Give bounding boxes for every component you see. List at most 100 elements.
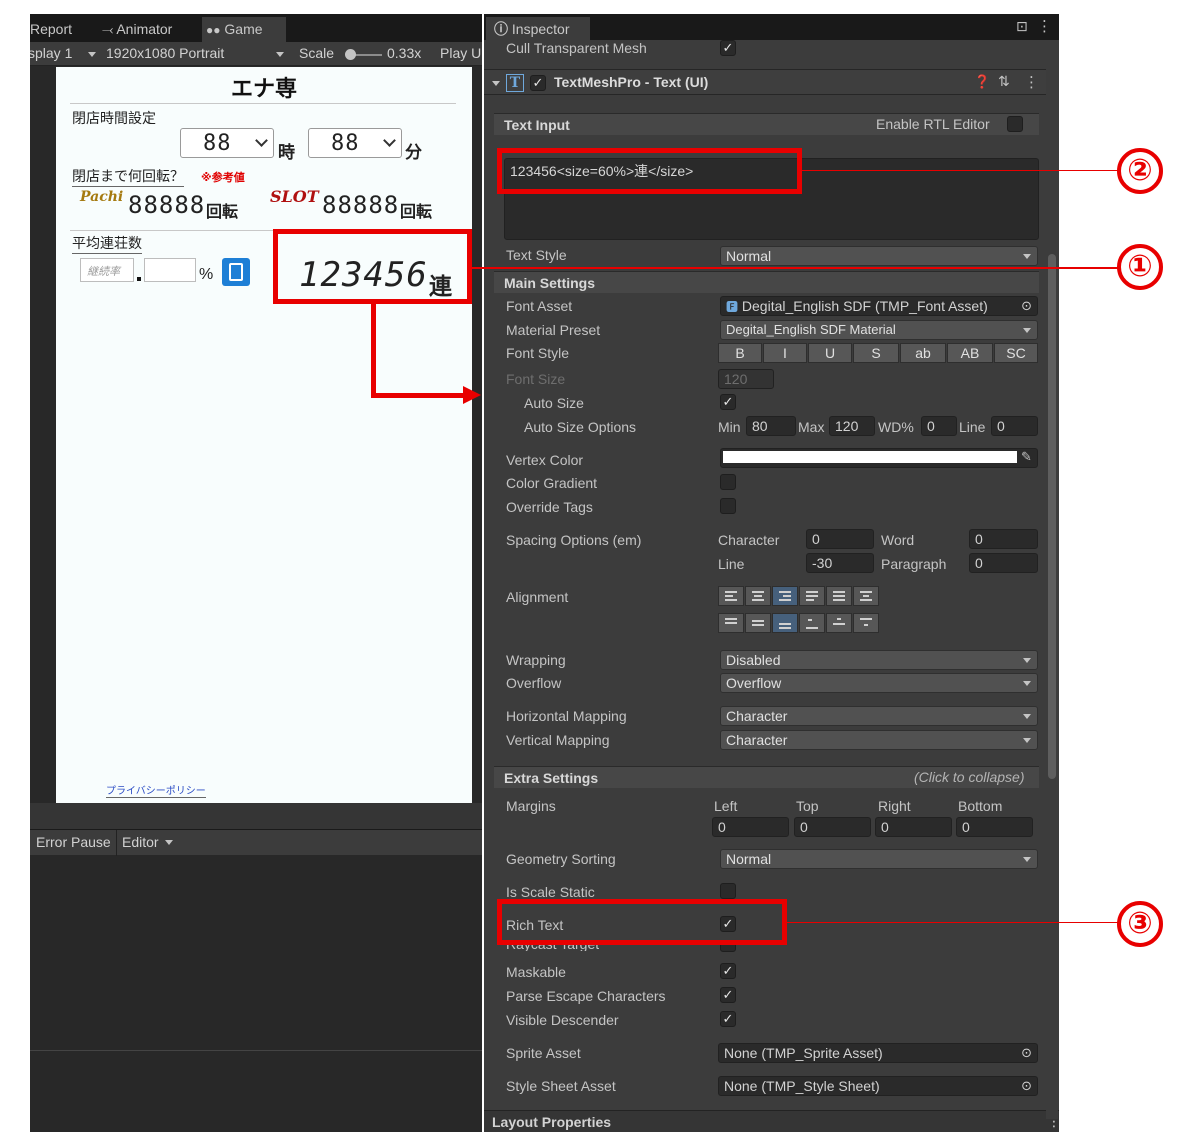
lock-icon[interactable]: ⊡: [1016, 18, 1028, 35]
uppercase-button[interactable]: AB: [947, 343, 993, 363]
chevron-down-icon: [1023, 857, 1031, 862]
rate-input-decimal[interactable]: [144, 258, 196, 282]
style-sheet-field[interactable]: None (TMP_Style Sheet) ⊙: [718, 1076, 1038, 1096]
align-center-icon[interactable]: [745, 586, 771, 606]
margin-bottom-field[interactable]: 0: [956, 817, 1033, 837]
sprite-asset-field[interactable]: None (TMP_Sprite Asset) ⊙: [718, 1043, 1038, 1063]
component-header[interactable]: T ✓ TextMeshPro - Text (UI) ❓ ⇅ ⋮: [484, 69, 1046, 95]
tab-report[interactable]: Report: [30, 17, 76, 42]
play-mode-dropdown[interactable]: Play U: [440, 45, 481, 61]
presets-icon[interactable]: ⇅: [998, 73, 1010, 90]
align-middle-icon[interactable]: [745, 613, 771, 633]
margin-right-field[interactable]: 0: [875, 817, 952, 837]
bold-button[interactable]: B: [718, 343, 762, 363]
text-style-dropdown[interactable]: Normal: [720, 246, 1038, 266]
wrapping-dropdown[interactable]: Disabled: [720, 650, 1038, 670]
margin-top-field[interactable]: 0: [794, 817, 871, 837]
tab-inspector[interactable]: ⓘ Inspector: [486, 17, 590, 42]
auto-wd-field[interactable]: 0: [921, 416, 957, 436]
game-view-bottom-gap: [30, 803, 482, 829]
component-enabled-checkbox[interactable]: ✓: [530, 75, 546, 91]
cull-transparent-mesh-checkbox[interactable]: ✓: [720, 40, 736, 56]
privacy-policy-link[interactable]: プライバシーポリシー: [106, 782, 206, 798]
vertex-color-field[interactable]: ✎: [720, 448, 1038, 468]
is-scale-static-checkbox[interactable]: [720, 883, 736, 899]
auto-line-field[interactable]: 0: [991, 416, 1038, 436]
align-left-icon[interactable]: [718, 586, 744, 606]
object-picker-icon[interactable]: ⊙: [1021, 1077, 1032, 1095]
auto-size-checkbox[interactable]: ✓: [720, 394, 736, 410]
rate-input-integer[interactable]: 継続率: [80, 258, 134, 282]
foldout-arrow-icon[interactable]: [492, 81, 500, 86]
display-dropdown[interactable]: splay 1: [30, 45, 72, 61]
align-bottom-icon[interactable]: [772, 613, 798, 633]
editor-dropdown[interactable]: Editor: [122, 834, 159, 850]
text-style-value: Normal: [726, 248, 772, 264]
resolution-dropdown[interactable]: 1920x1080 Portrait: [106, 45, 224, 61]
align-right-icon[interactable]: [772, 586, 798, 606]
align-capline-icon[interactable]: [853, 613, 879, 633]
material-preset-value: Degital_English SDF Material: [726, 322, 896, 337]
strikethrough-button[interactable]: S: [853, 343, 899, 363]
enable-rtl-checkbox[interactable]: [1007, 116, 1023, 132]
align-justified-icon[interactable]: [799, 586, 825, 606]
pachi-logo: Pachi: [80, 189, 124, 205]
eyedropper-icon[interactable]: ✎: [1021, 449, 1032, 465]
spacing-word-field[interactable]: 0: [969, 529, 1038, 549]
help-icon[interactable]: ❓: [974, 74, 990, 90]
layout-properties-header[interactable]: Layout Properties ⋮: [484, 1110, 1059, 1132]
color-gradient-checkbox[interactable]: [720, 474, 736, 490]
align-midline-icon[interactable]: [826, 613, 852, 633]
error-pause-button[interactable]: Error Pause: [36, 834, 111, 850]
align-flush-icon[interactable]: [826, 586, 852, 606]
click-to-collapse[interactable]: (Click to collapse): [914, 769, 1024, 785]
auto-size-label: Auto Size: [524, 395, 584, 411]
tab-inspector-label: Inspector: [511, 21, 570, 37]
object-picker-icon[interactable]: ⊙: [1021, 297, 1032, 315]
visible-descender-checkbox[interactable]: ✓: [720, 1011, 736, 1027]
font-size-field[interactable]: 120: [718, 369, 774, 389]
component-menu-icon[interactable]: ⋮: [1024, 73, 1039, 91]
scale-slider-knob[interactable]: [345, 49, 356, 60]
align-baseline-icon[interactable]: [799, 613, 825, 633]
auto-min-field[interactable]: 80: [746, 416, 796, 436]
tab-animator[interactable]: ⤙ Animator: [98, 17, 176, 42]
align-top-icon[interactable]: [718, 613, 744, 633]
hour-select[interactable]: 88: [180, 128, 274, 158]
spacing-line-field[interactable]: -30: [806, 553, 874, 573]
kebab-menu-icon[interactable]: ⋮: [1037, 17, 1052, 35]
toolbar-divider: [116, 830, 117, 856]
auto-size-options-label: Auto Size Options: [524, 419, 637, 435]
slot-value: 88888: [322, 191, 400, 219]
auto-max-field[interactable]: 120: [829, 416, 875, 436]
font-asset-field[interactable]: 🅵 Degital_English SDF (TMP_Font Asset) ⊙: [720, 296, 1038, 316]
margin-left-field[interactable]: 0: [712, 817, 789, 837]
lowercase-button[interactable]: ab: [900, 343, 946, 363]
material-preset-dropdown[interactable]: Degital_English SDF Material: [720, 320, 1038, 340]
calculator-button[interactable]: [222, 258, 250, 286]
spacing-paragraph-field[interactable]: 0: [969, 553, 1038, 573]
is-scale-static-label: Is Scale Static: [506, 884, 595, 900]
annotation-box-2: [497, 148, 802, 194]
maskable-checkbox[interactable]: ✓: [720, 963, 736, 979]
parse-escape-checkbox[interactable]: ✓: [720, 987, 736, 1003]
geometry-sorting-dropdown[interactable]: Normal: [720, 849, 1038, 869]
smallcaps-button[interactable]: SC: [994, 343, 1038, 363]
chevron-down-icon: [255, 134, 268, 147]
annotation-box-1: [273, 229, 472, 304]
editor-tab-bar: Report ⤙ Animator ●● Game: [30, 14, 482, 42]
inspector-scrollbar-thumb[interactable]: [1048, 254, 1056, 779]
italic-button[interactable]: I: [763, 343, 807, 363]
hour-unit: 時: [278, 143, 295, 162]
horizontal-mapping-dropdown[interactable]: Character: [720, 706, 1038, 726]
overflow-dropdown[interactable]: Overflow: [720, 673, 1038, 693]
object-picker-icon[interactable]: ⊙: [1021, 1044, 1032, 1062]
underline-button[interactable]: U: [808, 343, 852, 363]
spacing-character-field[interactable]: 0: [806, 529, 874, 549]
tab-game[interactable]: ●● Game: [202, 17, 286, 42]
align-geometry-center-icon[interactable]: [853, 586, 879, 606]
main-settings-header[interactable]: Main Settings: [494, 271, 1039, 293]
vertical-mapping-dropdown[interactable]: Character: [720, 730, 1038, 750]
override-tags-checkbox[interactable]: [720, 498, 736, 514]
minute-select[interactable]: 88: [308, 128, 402, 158]
